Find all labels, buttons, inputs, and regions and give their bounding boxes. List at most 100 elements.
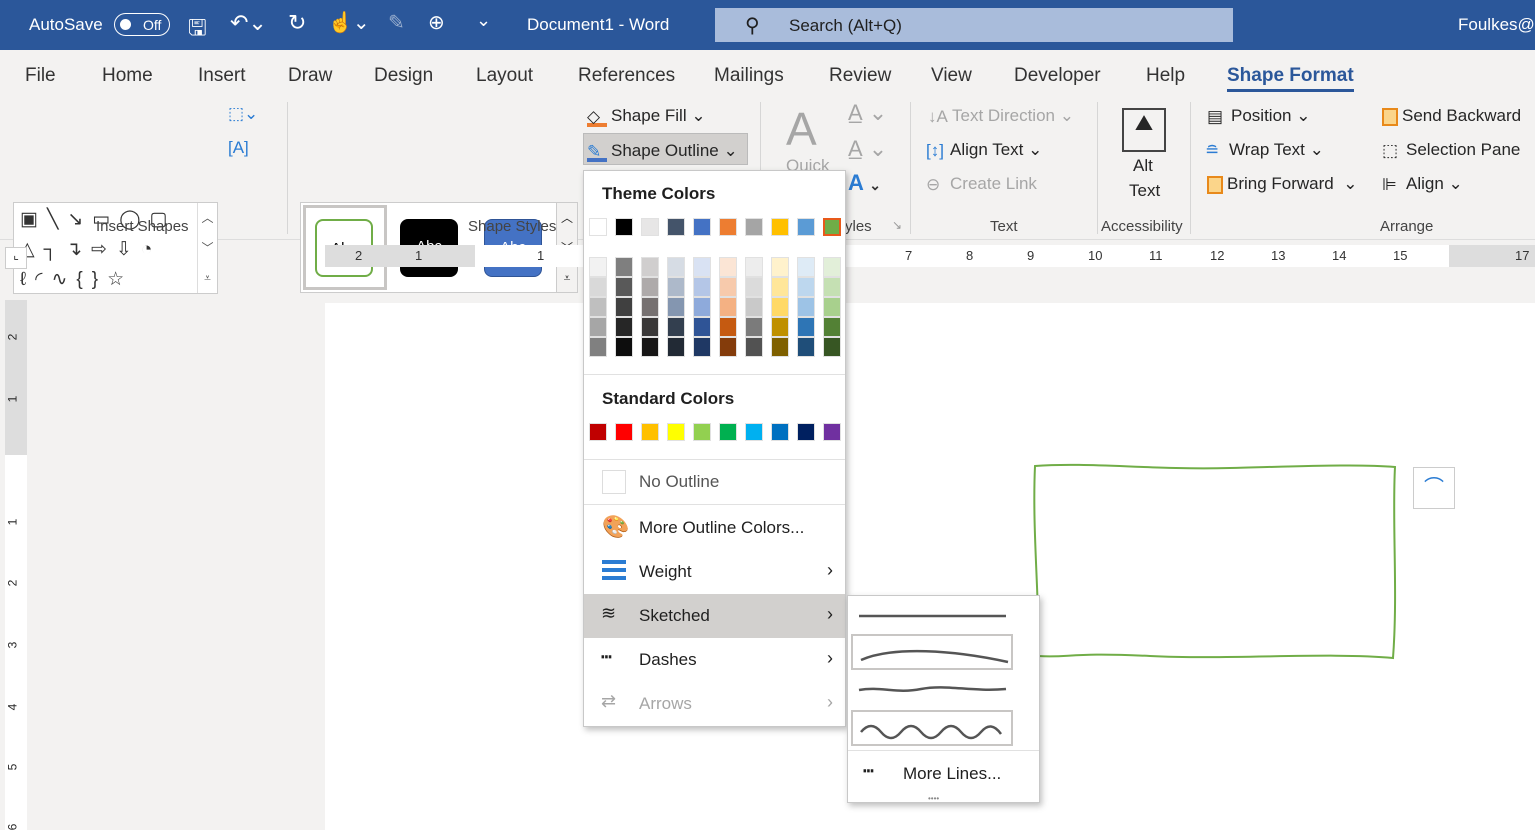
theme-shade-swatch[interactable] xyxy=(667,297,685,317)
theme-shade-swatch[interactable] xyxy=(719,297,737,317)
vertical-ruler[interactable]: 2 1 1 2 3 4 5 6 xyxy=(5,300,27,830)
theme-shade-swatch[interactable] xyxy=(719,277,737,297)
theme-color-swatch[interactable] xyxy=(823,218,841,236)
standard-color-swatch[interactable] xyxy=(771,423,789,441)
theme-shade-swatch[interactable] xyxy=(667,317,685,337)
sketch-style-straight[interactable] xyxy=(851,598,1013,634)
standard-color-swatch[interactable] xyxy=(641,423,659,441)
sketch-style-freehand[interactable] xyxy=(851,672,1013,708)
theme-shade-swatch[interactable] xyxy=(615,337,633,357)
tab-selector[interactable]: ⌞ xyxy=(5,247,27,269)
shapes-gallery[interactable]: ▣╲↘▭◯▢ △┐↴⇨⇩◔ ℓ◜∿{}☆ ︿ ﹀ ⩡ xyxy=(13,202,218,294)
theme-shade-swatch[interactable] xyxy=(615,317,633,337)
resize-grip[interactable]: •••• xyxy=(928,794,939,803)
tab-references[interactable]: References xyxy=(578,65,675,87)
text-effects-icon[interactable]: A ⌄ xyxy=(848,170,881,196)
menu-item-dashes[interactable]: ┅ Dashes › xyxy=(584,638,845,682)
theme-shade-swatch[interactable] xyxy=(823,277,841,297)
theme-shade-swatch[interactable] xyxy=(589,297,607,317)
customize-toolbar-icon[interactable]: ⌄ xyxy=(476,10,491,31)
draw-icon[interactable]: ✎ xyxy=(388,10,405,35)
theme-shade-swatch[interactable] xyxy=(719,317,737,337)
standard-color-swatch[interactable] xyxy=(823,423,841,441)
alt-text-label[interactable]: Text xyxy=(1129,181,1160,201)
create-link-button[interactable]: ⊖ Create Link xyxy=(926,174,1037,195)
wrap-text-button[interactable]: ≘ Wrap Text ⌄ xyxy=(1205,140,1324,161)
theme-shade-swatch[interactable] xyxy=(823,337,841,357)
sketched-rectangle-shape[interactable] xyxy=(1030,462,1400,662)
theme-shade-swatch[interactable] xyxy=(719,337,737,357)
theme-shade-swatch[interactable] xyxy=(589,337,607,357)
text-box-icon[interactable]: [A] xyxy=(228,138,249,158)
theme-shade-swatch[interactable] xyxy=(771,257,789,277)
theme-shade-swatch[interactable] xyxy=(589,257,607,277)
theme-shade-swatch[interactable] xyxy=(641,317,659,337)
theme-color-swatch[interactable] xyxy=(641,218,659,236)
sketch-style-curved[interactable] xyxy=(851,634,1013,670)
theme-shade-swatch[interactable] xyxy=(771,317,789,337)
tab-help[interactable]: Help xyxy=(1146,65,1185,87)
alt-label[interactable]: Alt xyxy=(1133,156,1153,176)
text-direction-button[interactable]: ↓A Text Direction ⌄ xyxy=(928,106,1074,127)
theme-shade-swatch[interactable] xyxy=(615,257,633,277)
standard-color-swatch[interactable] xyxy=(745,423,763,441)
layout-options-icon[interactable]: ⌒ xyxy=(1413,467,1455,509)
theme-shade-swatch[interactable] xyxy=(771,277,789,297)
align-button[interactable]: ⊫ Align ⌄ xyxy=(1382,174,1463,195)
theme-shade-swatch[interactable] xyxy=(693,277,711,297)
tab-developer[interactable]: Developer xyxy=(1014,65,1101,87)
web-layout-icon[interactable]: ⊕ xyxy=(428,10,445,35)
theme-shade-swatch[interactable] xyxy=(615,297,633,317)
menu-item-arrows[interactable]: ⇄ Arrows › xyxy=(584,682,845,726)
more-lines-item[interactable]: ┅ More Lines... xyxy=(848,752,1039,796)
menu-item-no-outline[interactable]: No Outline xyxy=(584,460,845,504)
tab-insert[interactable]: Insert xyxy=(198,65,246,87)
save-icon[interactable]: 🖫 xyxy=(188,11,207,49)
theme-shade-swatch[interactable] xyxy=(745,277,763,297)
theme-color-swatch[interactable] xyxy=(745,218,763,236)
theme-shade-swatch[interactable] xyxy=(641,277,659,297)
theme-shade-swatch[interactable] xyxy=(745,317,763,337)
quick-styles-icon[interactable]: A xyxy=(786,102,817,156)
theme-shade-swatch[interactable] xyxy=(797,277,815,297)
tab-design[interactable]: Design xyxy=(374,65,433,87)
edit-shape-icon[interactable]: ⬚⌄ xyxy=(228,104,258,124)
theme-shade-swatch[interactable] xyxy=(693,337,711,357)
theme-color-swatch[interactable] xyxy=(693,218,711,236)
shape-outline-button[interactable]: ✎ Shape Outline ⌄ xyxy=(583,133,748,165)
align-text-button[interactable]: [↕] Align Text ⌄ xyxy=(926,140,1042,161)
sketch-style-scribble[interactable] xyxy=(851,710,1013,746)
menu-item-more-outline-colors[interactable]: 🎨 More Outline Colors... xyxy=(584,506,845,550)
theme-shade-swatch[interactable] xyxy=(745,257,763,277)
undo-icon[interactable]: ↶⌄ xyxy=(230,10,267,36)
position-button[interactable]: ▤ Position ⌄ xyxy=(1207,106,1310,127)
theme-shade-swatch[interactable] xyxy=(641,257,659,277)
standard-color-swatch[interactable] xyxy=(719,423,737,441)
gallery-scroll[interactable]: ︿ ﹀ ⩡ xyxy=(197,203,217,293)
search-box[interactable]: ⚲ Search (Alt+Q) xyxy=(715,8,1233,42)
theme-shade-swatch[interactable] xyxy=(641,337,659,357)
text-fill-icon[interactable]: A̲ ⌄ xyxy=(848,100,887,126)
user-name[interactable]: Foulkes@ xyxy=(1458,15,1535,35)
standard-color-swatch[interactable] xyxy=(589,423,607,441)
theme-color-swatch[interactable] xyxy=(719,218,737,236)
tab-file[interactable]: File xyxy=(25,65,56,87)
standard-color-swatch[interactable] xyxy=(615,423,633,441)
theme-shade-swatch[interactable] xyxy=(823,317,841,337)
selection-pane-button[interactable]: ⬚ Selection Pane xyxy=(1382,140,1520,161)
tab-shape-format[interactable]: Shape Format xyxy=(1227,65,1354,92)
theme-shade-swatch[interactable] xyxy=(797,337,815,357)
tab-view[interactable]: View xyxy=(931,65,972,87)
theme-shade-swatch[interactable] xyxy=(823,297,841,317)
theme-shade-swatch[interactable] xyxy=(641,297,659,317)
theme-shade-swatch[interactable] xyxy=(745,297,763,317)
theme-shade-swatch[interactable] xyxy=(667,257,685,277)
tab-layout[interactable]: Layout xyxy=(476,65,533,87)
theme-shade-swatch[interactable] xyxy=(589,277,607,297)
tab-review[interactable]: Review xyxy=(829,65,891,87)
theme-shade-swatch[interactable] xyxy=(719,257,737,277)
shape-fill-button[interactable]: ◇ Shape Fill ⌄ xyxy=(587,106,706,127)
text-outline-icon[interactable]: A̲ ⌄ xyxy=(848,136,887,162)
autosave-toggle[interactable]: Off xyxy=(114,13,170,36)
standard-color-swatch[interactable] xyxy=(693,423,711,441)
